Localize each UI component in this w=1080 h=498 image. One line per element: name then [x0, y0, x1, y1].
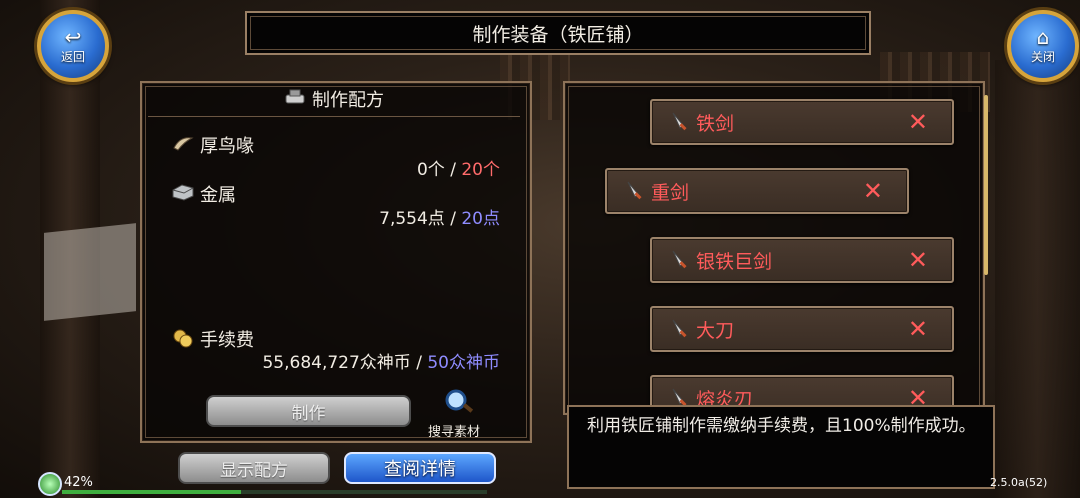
remove-icon[interactable]: ✕: [908, 246, 928, 274]
item-row[interactable]: 重剑 ✕: [605, 168, 909, 214]
battery-bar: [62, 490, 487, 494]
info-box: 利用铁匠铺制作需缴纳手续费，且100%制作成功。: [567, 405, 995, 489]
item-row[interactable]: 大刀 ✕: [650, 306, 954, 352]
close-button[interactable]: ⌂ 关闭: [1007, 10, 1079, 82]
title-bar: 制作装备（铁匠铺）: [245, 11, 871, 55]
home-icon: ⌂: [1036, 25, 1050, 49]
sword-icon: [668, 111, 690, 133]
item-name: 银铁巨剑: [696, 250, 773, 273]
show-recipe-label: 显示配方: [220, 460, 288, 481]
battery-bar-fill: [62, 490, 241, 494]
back-button[interactable]: ↩ 返回: [37, 10, 109, 82]
item-name: 铁剑: [696, 112, 735, 135]
close-label: 关闭: [1030, 50, 1055, 64]
item-name: 大刀: [696, 319, 735, 342]
back-arrow-icon: ↩: [64, 25, 82, 49]
show-recipe-button[interactable]: 显示配方: [178, 452, 330, 484]
battery-percent: 42%: [64, 475, 93, 490]
remove-icon[interactable]: ✕: [908, 315, 928, 343]
page-title: 制作装备（铁匠铺）: [472, 23, 644, 46]
search-label: 搜寻素材: [428, 425, 481, 440]
version-label: 2.5.0a(52): [990, 476, 1048, 489]
item-row[interactable]: 铁剑 ✕: [650, 99, 954, 145]
battery-orb-icon: [38, 472, 62, 496]
sword-icon: [668, 249, 690, 271]
info-text: 利用铁匠铺制作需缴纳手续费，且100%制作成功。: [587, 416, 976, 436]
view-details-label: 查阅详情: [384, 459, 456, 480]
back-label: 返回: [60, 50, 85, 64]
item-row[interactable]: 银铁巨剑 ✕: [650, 237, 954, 283]
view-details-button[interactable]: 查阅详情: [344, 452, 496, 484]
remove-icon[interactable]: ✕: [908, 108, 928, 136]
item-name: 重剑: [651, 181, 690, 204]
sword-icon: [668, 318, 690, 340]
remove-icon[interactable]: ✕: [863, 177, 883, 205]
sword-icon: [623, 180, 645, 202]
